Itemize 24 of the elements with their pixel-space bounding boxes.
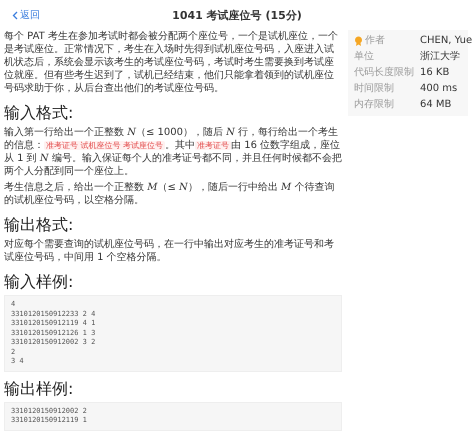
info-value: 64 MB — [420, 98, 452, 112]
info-label: 代码长度限制 — [354, 66, 414, 80]
info-label: 作者 — [354, 34, 414, 48]
inline-code: 准考证号 — [195, 141, 232, 150]
section-heading: 输出样例: — [4, 378, 74, 398]
back-link[interactable]: 返回 — [12, 8, 40, 22]
description-paragraph: 每个 PAT 考生在参加考试时都会被分配两个座位号，一个是试机座位，一个是考试座位。正常情况下，考生在入场时先得到试机座位号码，入座进入试机状态后，系统会显示该考生的考试座位号码，考试时考生需要换到考试座位就座。但有些考生迟到了，试机已经结束，他们只能拿着领到的试机座位号码求助于你，从后台查出他们的考试座位号码。 — [4, 30, 339, 95]
medal-icon — [354, 36, 363, 46]
description-paragraph: 对应每个需要查询的试机座位号码，在一行中输出对应考生的准考证号和考试座位号码，中间用 1 个空格分隔。 — [4, 238, 335, 264]
description-paragraph: 考生信息之后，给出一个正整数 M（≤ N），随后一行中给出 M 个待查询的试机座位号码，以空格分隔。 — [4, 181, 336, 207]
info-value: 400 ms — [420, 82, 458, 96]
info-value: 16 KB — [420, 66, 450, 80]
problem-title: 1041 考试座位号 (15分) — [172, 8, 302, 22]
description-paragraph: 输入第一行给出一个正整数 N（≤ 1000），随后 N 行，每行给出一个考生的信息： 准考证号 试机座位号 考试座位号 。其中 准考证号 由 16 位数字组成，座位从 1 到 N 编号。输入保证每个人的准考证号都不同，并且任何时候都不会把两个人分配到同一个座位上。 — [4, 126, 342, 178]
chevron-left-icon — [12, 10, 18, 20]
section-heading: 输入格式: — [4, 103, 74, 122]
section-heading: 输入样例: — [4, 272, 74, 291]
info-label: 单位 — [354, 50, 375, 64]
info-value: CHEN, Yue — [420, 34, 472, 48]
section-heading: 输出格式: — [4, 215, 74, 234]
info-label: 时间限制 — [354, 82, 395, 96]
inline-code: 准考证号 试机座位号 考试座位号 — [44, 141, 166, 150]
info-value: 浙江大学 — [420, 50, 461, 64]
info-label: 内存限制 — [354, 98, 395, 112]
